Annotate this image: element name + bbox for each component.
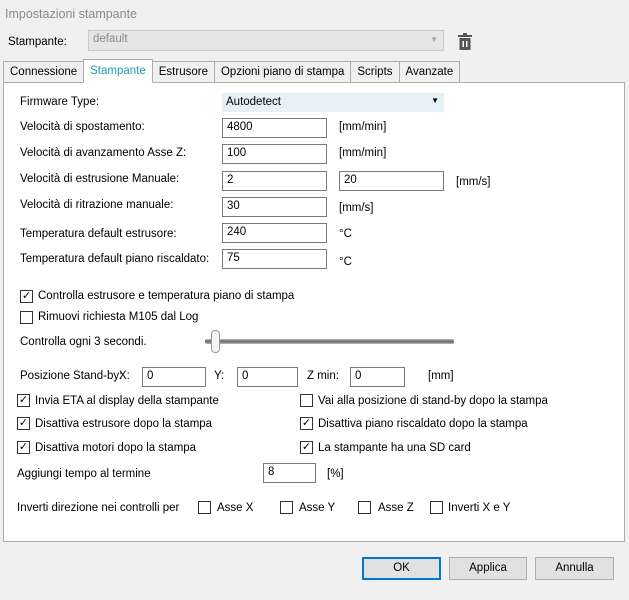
send-eta-checkbox[interactable]: ✓ <box>17 394 30 407</box>
standby-label: Posizione Stand-by: <box>20 370 123 382</box>
add-time-label: Aggiungi tempo al termine <box>17 468 151 480</box>
disable-extruder-label: Disattiva estrusore dopo la stampa <box>35 418 213 430</box>
z-speed-input[interactable]: 100 <box>222 144 327 164</box>
goto-standby-checkbox[interactable] <box>300 394 313 407</box>
retraction-unit: [mm/s] <box>339 202 374 214</box>
bed-temp-input[interactable]: 75 <box>222 249 327 269</box>
travel-label: Velocità di spostamento: <box>20 121 145 133</box>
monitor-label: Controlla estrusore e temperatura piano … <box>38 290 295 302</box>
standby-z-input[interactable]: 0 <box>350 367 405 387</box>
invert-y-label: Asse Y <box>299 502 336 514</box>
invert-y-checkbox[interactable] <box>280 501 293 514</box>
trash-icon[interactable] <box>458 33 472 53</box>
firmware-value: Autodetect <box>226 96 281 108</box>
firmware-label: Firmware Type: <box>20 96 100 108</box>
disable-bed-label: Disattiva piano riscaldato dopo la stamp… <box>318 418 528 430</box>
standby-unit: [mm] <box>428 370 454 382</box>
add-time-input[interactable]: 8 <box>263 463 316 483</box>
z-speed-label: Velocità di avanzamento Asse Z: <box>20 147 187 159</box>
standby-z-label: Z min: <box>307 370 339 382</box>
extrusion-label: Velocità di estrusione Manuale: <box>20 173 180 185</box>
disable-motors-label: Disattiva motori dopo la stampa <box>35 442 197 454</box>
tab-connessione[interactable]: Connessione <box>3 61 85 83</box>
tab-scripts[interactable]: Scripts <box>350 61 400 83</box>
tab-bar: Connessione Stampante Estrusore Opzioni … <box>3 59 461 83</box>
chevron-down-icon: ▼ <box>430 35 438 44</box>
invert-z-label: Asse Z <box>378 502 414 514</box>
bed-temp-unit: °C <box>339 256 352 268</box>
chevron-down-icon: ▼ <box>431 96 439 105</box>
invert-label: Inverti direzione nei controlli per <box>17 502 180 514</box>
retraction-label: Velocità di ritrazione manuale: <box>20 199 174 211</box>
invert-xy-label: Inverti X e Y <box>448 502 511 514</box>
disable-bed-checkbox[interactable]: ✓ <box>300 417 313 430</box>
standby-y-label: Y: <box>214 370 225 382</box>
slider-thumb[interactable] <box>211 330 220 353</box>
remove-m105-checkbox[interactable] <box>20 311 33 324</box>
tab-opzioni-piano[interactable]: Opzioni piano di stampa <box>213 61 352 83</box>
printer-value: default <box>93 33 128 45</box>
invert-x-checkbox[interactable] <box>198 501 211 514</box>
send-eta-label: Invia ETA al display della stampante <box>35 395 219 407</box>
z-speed-unit: [mm/min] <box>339 147 387 159</box>
apply-button[interactable]: Applica <box>449 557 527 580</box>
extrusion-speed-input-2[interactable]: 20 <box>339 171 444 191</box>
goto-standby-label: Vai alla posizione di stand-by dopo la s… <box>318 395 548 407</box>
invert-x-label: Asse X <box>217 502 254 514</box>
window-title: Impostazioni stampante <box>5 7 138 21</box>
invert-z-checkbox[interactable] <box>358 501 371 514</box>
extruder-temp-label: Temperatura default estrusore: <box>20 228 177 240</box>
tab-stampante[interactable]: Stampante <box>83 59 153 83</box>
ok-button[interactable]: OK <box>362 557 441 580</box>
extruder-temp-input[interactable]: 240 <box>222 223 327 243</box>
printer-select[interactable]: default ▼ <box>88 30 444 51</box>
disable-extruder-checkbox[interactable]: ✓ <box>17 417 30 430</box>
tab-avanzate[interactable]: Avanzate <box>398 61 461 83</box>
standby-x-input[interactable]: 0 <box>142 367 206 387</box>
standby-y-input[interactable]: 0 <box>237 367 298 387</box>
add-time-unit: [%] <box>327 468 344 480</box>
invert-xy-checkbox[interactable] <box>430 501 443 514</box>
cancel-button[interactable]: Annulla <box>535 557 614 580</box>
tab-estrusore[interactable]: Estrusore <box>151 61 215 83</box>
bed-temp-label: Temperatura default piano riscaldato: <box>20 253 210 265</box>
disable-motors-checkbox[interactable]: ✓ <box>17 441 30 454</box>
firmware-select[interactable]: Autodetect ▼ <box>222 93 444 112</box>
sd-card-checkbox[interactable]: ✓ <box>300 441 313 454</box>
travel-unit: [mm/min] <box>339 121 387 133</box>
extruder-temp-unit: °C <box>339 228 352 240</box>
slider-label: Controlla ogni 3 secondi. <box>20 336 147 348</box>
travel-speed-input[interactable]: 4800 <box>222 118 327 138</box>
extrusion-speed-input-1[interactable]: 2 <box>222 171 327 191</box>
printer-label: Stampante: <box>8 36 67 48</box>
remove-m105-label: Rimuovi richiesta M105 dal Log <box>38 311 199 323</box>
standby-x-label: X: <box>119 370 130 382</box>
check-interval-slider[interactable] <box>205 339 454 344</box>
sd-card-label: La stampante ha una SD card <box>318 442 471 454</box>
retraction-speed-input[interactable]: 30 <box>222 197 327 217</box>
monitor-checkbox[interactable]: ✓ <box>20 290 33 303</box>
extrusion-unit: [mm/s] <box>456 176 491 188</box>
